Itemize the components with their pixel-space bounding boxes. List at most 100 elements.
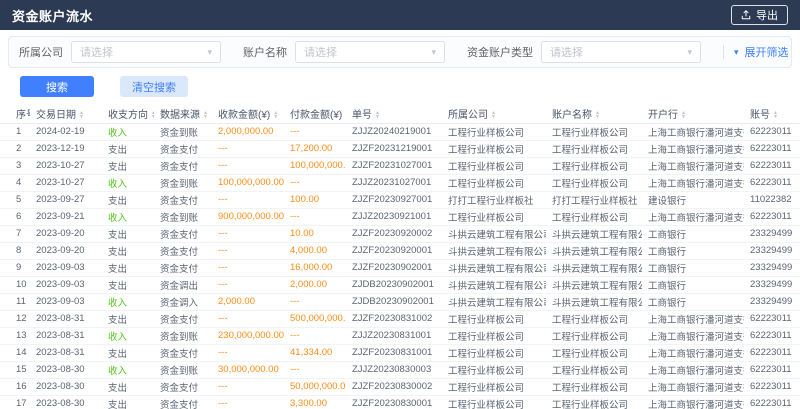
column-header[interactable]: 开户行▲▼ xyxy=(642,104,744,123)
account-name-filter-label: 账户名称 xyxy=(243,44,287,60)
cell-recv: --- xyxy=(212,344,284,361)
cell-bank: 上海工商银行潘河道支行 xyxy=(642,140,744,157)
cell-no: 23329499 xyxy=(744,259,800,276)
cell-dir: 支出 xyxy=(102,242,154,259)
cell-dir: 收入 xyxy=(102,174,154,191)
cell-dir: 收入 xyxy=(102,361,154,378)
column-header[interactable]: 账号▲▼ xyxy=(744,104,800,123)
cell-src: 资金到账 xyxy=(154,123,212,140)
table-row: 172023-08-30支出资金支付---3,300.00ZJZF2023083… xyxy=(0,395,800,409)
cell-company: 工程行业样板公司 xyxy=(442,208,546,225)
cell-recv: --- xyxy=(212,191,284,208)
cell-src: 资金支付 xyxy=(154,259,212,276)
table-body: 12024-02-19收入资金到账2,000,000.00---ZJJZ2024… xyxy=(0,123,800,409)
company-select[interactable]: 请选择 ▾ xyxy=(71,41,221,63)
cell-pay: 4,000.00 xyxy=(284,242,346,259)
cell-i: 2 xyxy=(0,140,30,157)
cell-account: 斗拱云建筑工程有限公司 xyxy=(546,259,642,276)
cell-date: 2023-08-30 xyxy=(30,378,102,395)
cell-dir: 收入 xyxy=(102,327,154,344)
cell-dir: 收入 xyxy=(102,123,154,140)
cell-company: 工程行业样板公司 xyxy=(442,310,546,327)
cell-date: 2023-09-03 xyxy=(30,276,102,293)
cell-company: 斗拱云建筑工程有限公司 xyxy=(442,225,546,242)
cell-account: 工程行业样板公司 xyxy=(546,310,642,327)
sort-icon[interactable]: ▲▼ xyxy=(151,111,154,119)
cell-dir: 支出 xyxy=(102,225,154,242)
cell-pay: 17,200.00 xyxy=(284,140,346,157)
sort-icon[interactable]: ▲▼ xyxy=(595,111,600,119)
sort-icon[interactable]: ▲▼ xyxy=(375,111,380,119)
cell-i: 12 xyxy=(0,310,30,327)
company-filter: 所属公司 请选择 ▾ xyxy=(19,41,221,63)
cell-order: ZJZF20230920001 xyxy=(346,242,442,259)
export-button[interactable]: 导出 xyxy=(731,5,788,25)
cell-date: 2024-02-19 xyxy=(30,123,102,140)
cell-order: ZJJZ20240219001 xyxy=(346,123,442,140)
search-button[interactable]: 搜索 xyxy=(20,76,94,97)
column-header[interactable]: 单号▲▼ xyxy=(346,104,442,123)
sort-icon[interactable]: ▲▼ xyxy=(491,111,496,119)
cell-pay: 10.00 xyxy=(284,225,346,242)
column-header[interactable]: 交易日期▲▼ xyxy=(30,104,102,123)
cell-bank: 工商银行 xyxy=(642,225,744,242)
cell-i: 4 xyxy=(0,174,30,191)
cell-i: 15 xyxy=(0,361,30,378)
cell-company: 工程行业样板公司 xyxy=(442,157,546,174)
cell-company: 斗拱云建筑工程有限公司 xyxy=(442,293,546,310)
cell-order: ZJJZ20230830003 xyxy=(346,361,442,378)
export-label: 导出 xyxy=(756,7,778,23)
sort-icon[interactable]: ▲▼ xyxy=(345,111,346,119)
sort-icon[interactable]: ▲▼ xyxy=(273,111,278,119)
clear-search-button[interactable]: 清空搜索 xyxy=(120,76,188,97)
cell-company: 斗拱云建筑工程有限公司 xyxy=(442,259,546,276)
column-header[interactable]: 所属公司▲▼ xyxy=(442,104,546,123)
cell-i: 1 xyxy=(0,123,30,140)
table-row: 72023-09-20支出资金支付---10.00ZJZF20230920002… xyxy=(0,225,800,242)
sort-icon[interactable]: ▲▼ xyxy=(203,111,208,119)
cell-pay: 2,000.00 xyxy=(284,276,346,293)
sort-icon[interactable]: ▲▼ xyxy=(681,111,686,119)
column-header: 序号 xyxy=(0,104,30,123)
cell-account: 斗拱云建筑工程有限公司 xyxy=(546,242,642,259)
account-type-select[interactable]: 请选择 ▾ xyxy=(541,41,701,63)
cell-order: ZJZF20231219001 xyxy=(346,140,442,157)
cell-company: 打打工程行业样板社 xyxy=(442,191,546,208)
account-type-filter: 资金账户类型 请选择 ▾ xyxy=(467,41,701,63)
cell-dir: 支出 xyxy=(102,140,154,157)
cell-bank: 工商银行 xyxy=(642,293,744,310)
cell-order: ZJDB20230902001 xyxy=(346,293,442,310)
account-name-select[interactable]: 请选择 ▾ xyxy=(295,41,445,63)
cell-account: 斗拱云建筑工程有限公司 xyxy=(546,225,642,242)
cell-date: 2023-10-27 xyxy=(30,174,102,191)
column-header[interactable]: 收支方向▲▼ xyxy=(102,104,154,123)
expand-filter-link[interactable]: ▾ 展开筛选 xyxy=(723,44,789,60)
cell-account: 工程行业样板公司 xyxy=(546,395,642,409)
cell-company: 工程行业样板公司 xyxy=(442,174,546,191)
cell-src: 资金支付 xyxy=(154,157,212,174)
column-header[interactable]: 收款金额(¥)▲▼ xyxy=(212,104,284,123)
cell-i: 8 xyxy=(0,242,30,259)
cell-account: 工程行业样板公司 xyxy=(546,208,642,225)
cell-date: 2023-09-20 xyxy=(30,242,102,259)
table-row: 12024-02-19收入资金到账2,000,000.00---ZJJZ2024… xyxy=(0,123,800,140)
cell-i: 3 xyxy=(0,157,30,174)
cell-recv: --- xyxy=(212,225,284,242)
cell-pay: 41,334.00 xyxy=(284,344,346,361)
column-header[interactable]: 付款金额(¥)▲▼ xyxy=(284,104,346,123)
export-icon xyxy=(741,10,751,20)
cell-company: 工程行业样板公司 xyxy=(442,361,546,378)
cell-pay: --- xyxy=(284,174,346,191)
cell-company: 工程行业样板公司 xyxy=(442,344,546,361)
cell-i: 17 xyxy=(0,395,30,409)
cell-src: 资金支付 xyxy=(154,225,212,242)
cell-order: ZJZF20230830001 xyxy=(346,395,442,409)
sort-icon[interactable]: ▲▼ xyxy=(773,111,778,119)
column-header[interactable]: 账户名称▲▼ xyxy=(546,104,642,123)
sort-icon[interactable]: ▲▼ xyxy=(79,111,84,119)
column-header[interactable]: 数据来源▲▼ xyxy=(154,104,212,123)
cell-date: 2023-08-31 xyxy=(30,310,102,327)
flow-table: 序号交易日期▲▼收支方向▲▼数据来源▲▼收款金额(¥)▲▼付款金额(¥)▲▼单号… xyxy=(0,104,800,409)
cell-dir: 支出 xyxy=(102,276,154,293)
cell-bank: 上海工商银行潘河道支行 xyxy=(642,310,744,327)
